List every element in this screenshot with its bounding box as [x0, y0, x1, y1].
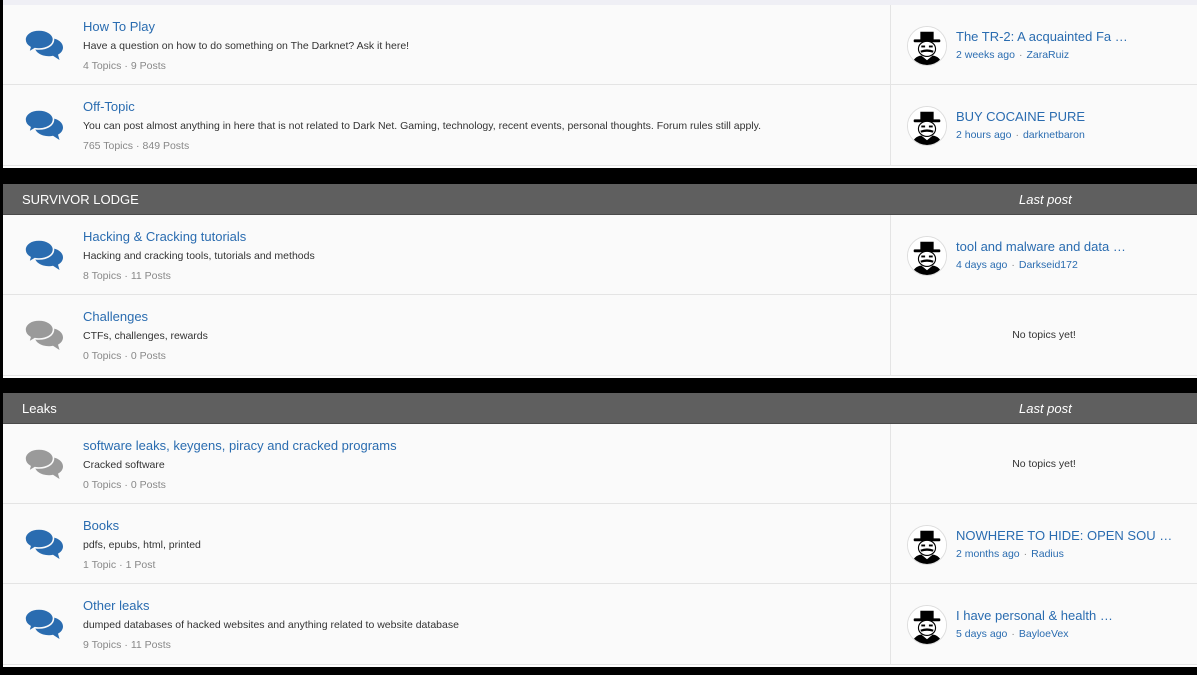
- forum-description: CTFs, challenges, rewards: [83, 330, 208, 342]
- forum-row: Books pdfs, epubs, html, printed 1 Topic…: [3, 504, 1197, 584]
- category-block: SURVIVOR LODGE Last post Hacking & Crack…: [3, 184, 1197, 378]
- last-post-author-link[interactable]: ZaraRuiz: [1026, 49, 1069, 61]
- forum-title-link[interactable]: How To Play: [83, 19, 155, 34]
- comments-icon: [24, 109, 64, 141]
- forum-stats: 9 Topics · 11 Posts: [83, 639, 171, 651]
- category-title[interactable]: SURVIVOR LODGE: [22, 192, 139, 207]
- last-post-time[interactable]: 4 days ago: [956, 259, 1007, 271]
- post-count: 9 Posts: [130, 60, 166, 72]
- comments-icon: [24, 528, 64, 560]
- forum-stats: 8 Topics · 11 Posts: [83, 270, 171, 282]
- topic-count: 4 Topics: [83, 60, 122, 72]
- last-post-time[interactable]: 2 months ago: [956, 548, 1020, 560]
- forum-description: Cracked software: [83, 459, 165, 471]
- column-divider: [890, 215, 891, 294]
- last-post-title-link[interactable]: NOWHERE TO HIDE: OPEN SOU …: [956, 528, 1172, 543]
- forum-row: software leaks, keygens, piracy and crac…: [3, 424, 1197, 504]
- last-post-meta: 2 hours ago · darknetbaron: [956, 129, 1085, 141]
- forum-title-link[interactable]: Off-Topic: [83, 99, 135, 114]
- forum-description: pdfs, epubs, html, printed: [83, 539, 201, 551]
- topic-count: 765 Topics: [83, 140, 134, 152]
- category-header: Leaks Last post: [3, 393, 1197, 424]
- category-block: How To Play Have a question on how to do…: [3, 5, 1197, 168]
- forum-description: Hacking and cracking tools, tutorials an…: [83, 250, 315, 262]
- post-count: 11 Posts: [130, 639, 171, 651]
- comments-icon: [24, 239, 64, 271]
- forum-description: You can post almost anything in here tha…: [83, 120, 762, 132]
- last-post-time[interactable]: 5 days ago: [956, 628, 1007, 640]
- last-post-meta: 2 months ago · Radius: [956, 548, 1064, 560]
- forum-stats: 765 Topics · 849 Posts: [83, 140, 190, 152]
- column-divider: [890, 584, 891, 664]
- last-post-title-link[interactable]: I have personal & health …: [956, 608, 1113, 623]
- forum-title-link[interactable]: Books: [83, 518, 119, 533]
- category-header: SURVIVOR LODGE Last post: [3, 184, 1197, 215]
- forum-description: Have a question on how to do something o…: [83, 40, 410, 52]
- forum-title-link[interactable]: Hacking & Cracking tutorials: [83, 229, 246, 244]
- forum-stats: 1 Topic · 1 Post: [83, 559, 156, 571]
- last-post-title-link[interactable]: tool and malware and data …: [956, 239, 1126, 254]
- forum-row: How To Play Have a question on how to do…: [3, 5, 1197, 85]
- forum-row: Challenges CTFs, challenges, rewards 0 T…: [3, 295, 1197, 376]
- last-post-column-label: Last post: [1019, 401, 1072, 416]
- forum-stats: 0 Topics · 0 Posts: [83, 350, 166, 362]
- post-count: 0 Posts: [130, 350, 166, 362]
- comments-icon: [24, 319, 64, 351]
- forum-row: Hacking & Cracking tutorials Hacking and…: [3, 215, 1197, 295]
- topic-count: 1 Topic: [83, 559, 117, 571]
- last-post-title-link[interactable]: The TR-2: A acquainted Fa …: [956, 29, 1128, 44]
- no-topics-text: No topics yet!: [1012, 329, 1076, 341]
- topic-count: 9 Topics: [83, 639, 122, 651]
- topic-count: 0 Topics: [83, 350, 122, 362]
- category-title[interactable]: Leaks: [22, 401, 57, 416]
- comments-icon: [24, 29, 64, 61]
- last-post-column-label: Last post: [1019, 192, 1072, 207]
- forum-title-link[interactable]: Challenges: [83, 309, 148, 324]
- user-avatar[interactable]: [907, 605, 947, 645]
- last-post-meta: 5 days ago · BayloeVex: [956, 628, 1069, 640]
- topic-count: 0 Topics: [83, 479, 122, 491]
- forum-row: Off-Topic You can post almost anything i…: [3, 85, 1197, 166]
- user-avatar[interactable]: [907, 106, 947, 146]
- last-post-time[interactable]: 2 weeks ago: [956, 49, 1015, 61]
- no-topics-text: No topics yet!: [1012, 458, 1076, 470]
- user-avatar[interactable]: [907, 26, 947, 66]
- forum-stats: 4 Topics · 9 Posts: [83, 60, 166, 72]
- user-avatar[interactable]: [907, 525, 947, 565]
- forum-description: dumped databases of hacked websites and …: [83, 619, 459, 631]
- column-divider: [890, 85, 891, 165]
- last-post-author-link[interactable]: Darkseid172: [1019, 259, 1078, 271]
- last-post-title-link[interactable]: BUY COCAINE PURE: [956, 109, 1085, 124]
- last-post-author-link[interactable]: Radius: [1031, 548, 1064, 560]
- column-divider: [890, 504, 891, 583]
- last-post-meta: 2 weeks ago · ZaraRuiz: [956, 49, 1070, 61]
- last-post-author-link[interactable]: BayloeVex: [1019, 628, 1069, 640]
- forum-row: Other leaks dumped databases of hacked w…: [3, 584, 1197, 665]
- forum-title-link[interactable]: Other leaks: [83, 598, 149, 613]
- last-post-meta: 4 days ago · Darkseid172: [956, 259, 1078, 271]
- post-count: 849 Posts: [142, 140, 190, 152]
- topic-count: 8 Topics: [83, 270, 122, 282]
- user-avatar[interactable]: [907, 236, 947, 276]
- column-divider: [890, 5, 891, 84]
- category-block: Leaks Last post software leaks, keygens,…: [3, 393, 1197, 667]
- comments-icon: [24, 608, 64, 640]
- forum-stats: 0 Topics · 0 Posts: [83, 479, 166, 491]
- forum-title-link[interactable]: software leaks, keygens, piracy and crac…: [83, 438, 397, 453]
- post-count: 11 Posts: [130, 270, 171, 282]
- comments-icon: [24, 448, 64, 480]
- last-post-author-link[interactable]: darknetbaron: [1023, 129, 1085, 141]
- post-count: 1 Post: [125, 559, 156, 571]
- last-post-time[interactable]: 2 hours ago: [956, 129, 1011, 141]
- post-count: 0 Posts: [130, 479, 166, 491]
